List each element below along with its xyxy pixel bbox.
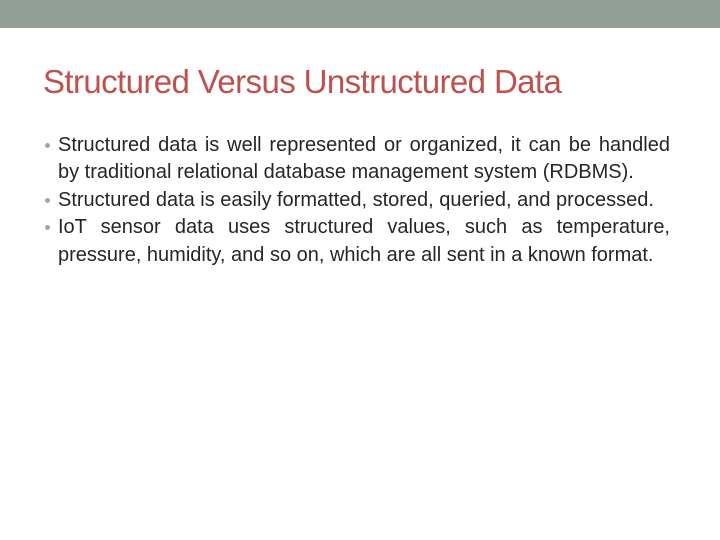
- bullet-text: IoT sensor data uses structured values, …: [58, 216, 670, 266]
- bullet-list: Structured data is well represented or o…: [45, 132, 670, 269]
- bullet-text: Structured data is well represented or o…: [58, 134, 670, 184]
- top-accent-bar: [0, 0, 720, 28]
- bullet-dot-icon: [45, 197, 50, 203]
- bullet-text: Structured data is easily formatted, sto…: [58, 188, 654, 211]
- bullet-item: Structured data is well represented or o…: [45, 132, 670, 187]
- bullet-item: IoT sensor data uses structured values, …: [45, 214, 670, 269]
- bullet-item: Structured data is easily formatted, sto…: [45, 187, 670, 214]
- bullet-dot-icon: [45, 225, 50, 231]
- slide-title: Structured Versus Unstructured Data: [43, 63, 562, 100]
- bullet-dot-icon: [45, 143, 50, 148]
- slide: Structured Versus Unstructured Data Stru…: [0, 0, 720, 540]
